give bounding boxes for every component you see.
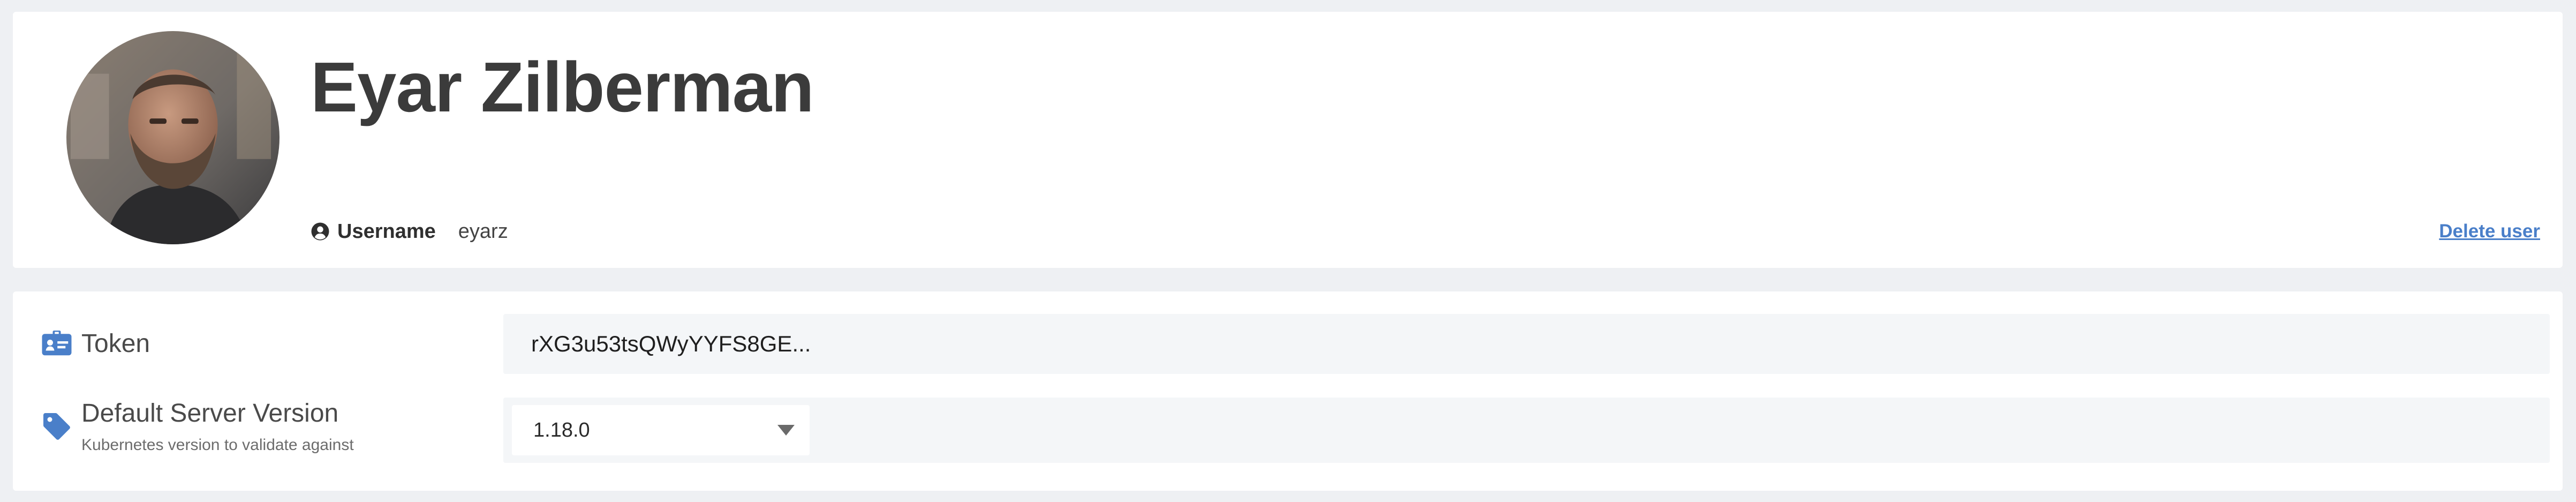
display-name: Eyar Zilberman <box>311 48 814 126</box>
user-profile-page: Eyar Zilberman Username eyarz Delete use… <box>0 0 2576 502</box>
profile-card: Eyar Zilberman Username eyarz Delete use… <box>13 12 2563 268</box>
token-row: Token rXG3u53tsQWyYYFS8GE... <box>13 314 2563 374</box>
token-value: rXG3u53tsQWyYYFS8GE... <box>531 331 811 356</box>
tag-icon <box>43 413 70 440</box>
settings-card: Token rXG3u53tsQWyYYFS8GE... Default Ser… <box>13 291 2563 491</box>
username-label: Username <box>337 220 436 243</box>
id-card-icon <box>42 331 72 356</box>
server-version-row: Default Server Version Kubernetes versio… <box>13 398 2563 463</box>
username-row: Username eyarz <box>311 215 508 248</box>
token-field[interactable]: rXG3u53tsQWyYYFS8GE... <box>503 314 2550 374</box>
server-version-field: 1.18.0 <box>503 398 2550 463</box>
token-label: Token <box>81 329 150 358</box>
avatar-photo <box>66 31 279 244</box>
chevron-down-icon <box>777 425 795 436</box>
delete-user-link[interactable]: Delete user <box>2439 215 2540 248</box>
server-version-label: Default Server Version <box>81 399 339 428</box>
server-version-select[interactable]: 1.18.0 <box>512 405 810 455</box>
user-circle-icon <box>311 222 329 241</box>
server-version-description: Kubernetes version to validate against <box>81 436 354 454</box>
avatar <box>66 31 279 244</box>
username-value: eyarz <box>458 220 508 243</box>
server-version-selected: 1.18.0 <box>533 418 590 441</box>
